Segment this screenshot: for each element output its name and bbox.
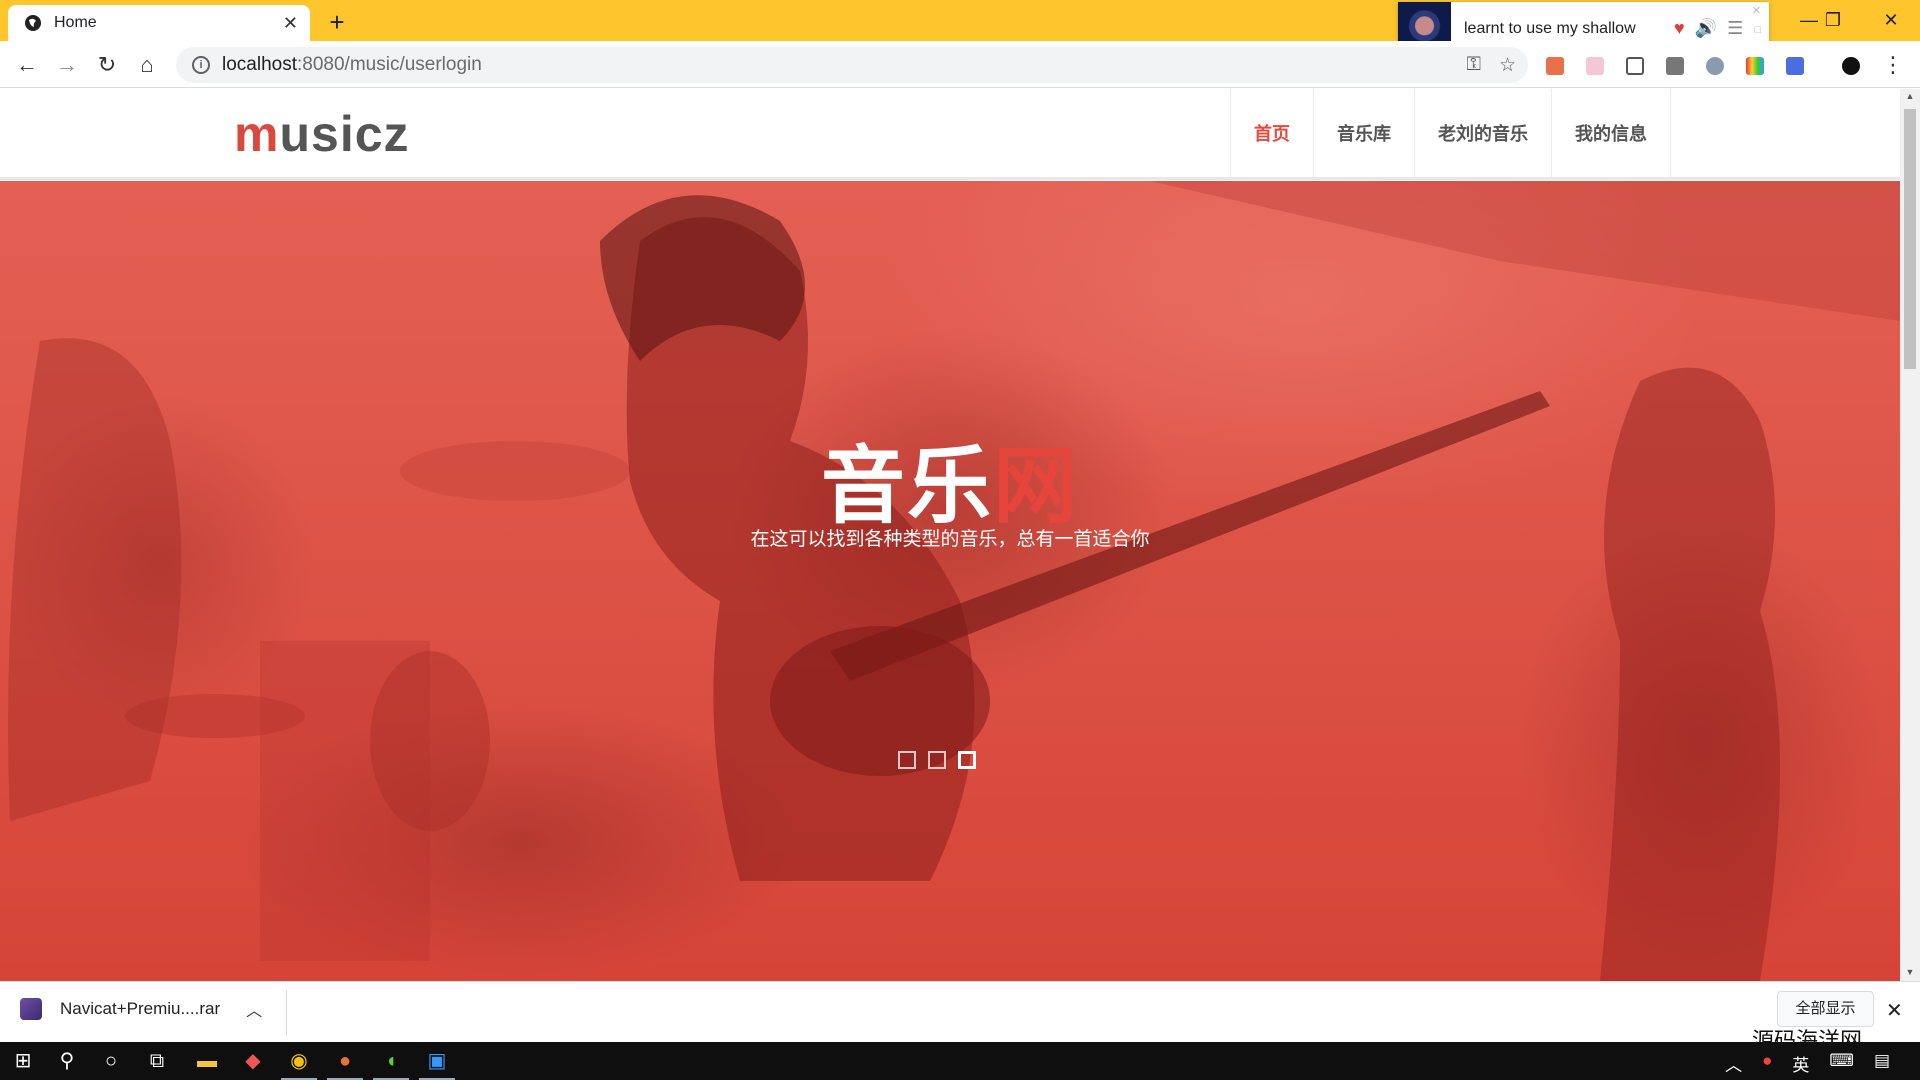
extension-icon[interactable] — [1666, 57, 1684, 75]
scrollbar-thumb[interactable] — [1904, 109, 1916, 369]
hero-subtitle: 在这可以找到各种类型的音乐，总有一首适合你 — [750, 529, 1150, 550]
file-explorer-icon[interactable]: ▬ — [194, 1048, 220, 1074]
page-scrollbar[interactable]: ▲ ▼ — [1900, 89, 1920, 981]
notification-icon[interactable]: ▤ — [1874, 1051, 1890, 1076]
url-text: localhost:8080/music/userlogin — [222, 54, 482, 76]
bookmark-star-icon[interactable]: ☆ — [1499, 54, 1516, 77]
heart-icon[interactable]: ♥ — [1674, 18, 1685, 39]
playlist-icon[interactable]: ☰ — [1727, 18, 1743, 39]
close-shelf-icon[interactable]: ✕ — [1886, 998, 1903, 1023]
hero-title-accent: 网 — [993, 437, 1080, 535]
divider — [286, 990, 287, 1036]
app-icon[interactable]: ◆ — [240, 1048, 266, 1074]
hero-title-main: 音乐 — [820, 437, 993, 535]
scroll-up-icon[interactable]: ▲ — [1900, 91, 1920, 101]
cortana-icon[interactable]: ○ — [98, 1048, 124, 1074]
logo-initial: m — [234, 106, 280, 162]
tab-close-icon[interactable]: ✕ — [283, 13, 298, 34]
new-tab-button[interactable]: + — [322, 8, 352, 38]
show-all-button[interactable]: 全部显示 — [1777, 991, 1874, 1027]
player-close-icon[interactable]: ✕ — [1752, 4, 1761, 17]
app-icon[interactable]: ● — [332, 1048, 358, 1074]
windows-start-icon[interactable]: ⊞ — [10, 1048, 36, 1074]
nav-laoliu-music[interactable]: 老刘的音乐 — [1414, 89, 1551, 177]
site-info-icon[interactable]: i — [192, 56, 210, 74]
search-icon[interactable]: ⚲ — [54, 1048, 80, 1074]
windows-taskbar: ⊞ ⚲ ○ ⧉ ▬ ◆ ◉ ● ◖ ▣ ︿ ● 英 ⌨ ▤ — [0, 1042, 1920, 1080]
back-icon[interactable]: ← — [14, 52, 40, 78]
restore-button[interactable]: ❐ — [1810, 6, 1856, 34]
download-shelf: Navicat+Premiu....rar ︿ 全部显示 ✕ — [0, 981, 1920, 1042]
task-view-icon[interactable]: ⧉ — [144, 1048, 170, 1074]
browser-tab-home[interactable]: Home ✕ — [8, 5, 310, 41]
address-bar[interactable]: i localhost:8080/music/userlogin ⚿ ☆ — [176, 47, 1528, 83]
globe-icon — [25, 15, 41, 31]
extension-icon[interactable] — [1586, 57, 1604, 75]
nav-home[interactable]: 首页 — [1230, 89, 1313, 177]
help-extension-icon[interactable] — [1706, 57, 1724, 75]
carousel-dot-2[interactable] — [928, 751, 946, 769]
extension-icon[interactable] — [1786, 57, 1804, 75]
chevron-up-icon[interactable]: ︿ — [246, 997, 262, 1021]
watermark-text: 源码海洋网 — [1752, 1029, 1863, 1054]
site-header: musicz 首页 音乐库 老刘的音乐 我的信息 — [0, 89, 1900, 180]
download-file-name: Navicat+Premiu....rar — [60, 999, 221, 1018]
player-expand-icon[interactable]: □ — [1754, 24, 1761, 36]
forward-icon[interactable]: → — [54, 52, 80, 78]
nav-my-info[interactable]: 我的信息 — [1551, 89, 1671, 177]
bookmark-icon[interactable] — [1626, 57, 1644, 75]
scroll-down-icon[interactable]: ▼ — [1900, 967, 1920, 977]
carousel-indicators — [898, 751, 976, 769]
main-nav: 首页 音乐库 老刘的音乐 我的信息 — [1230, 89, 1671, 177]
menu-dots-icon[interactable]: ⋮ — [1880, 52, 1906, 78]
nav-music-library[interactable]: 音乐库 — [1313, 89, 1414, 177]
browser-toolbar: ← → ↻ ⌂ i localhost:8080/music/userlogin… — [0, 41, 1920, 88]
hero-banner: 音乐网 在这可以找到各种类型的音乐，总有一首适合你 — [0, 181, 1900, 981]
chevron-up-icon[interactable]: ︿ — [1725, 1051, 1742, 1076]
site-logo[interactable]: musicz — [234, 105, 410, 163]
extension-icon[interactable] — [1546, 57, 1564, 75]
volume-icon[interactable]: 🔊 — [1695, 18, 1717, 39]
carousel-dot-3[interactable] — [958, 751, 976, 769]
color-extension-icon[interactable] — [1746, 57, 1764, 75]
app-icon[interactable]: ▣ — [424, 1048, 450, 1074]
hero-title: 音乐网 — [0, 419, 1900, 540]
app-icon[interactable]: ◖ — [378, 1048, 404, 1074]
url-path: :8080/music/userlogin — [297, 54, 482, 75]
tab-title: Home — [54, 14, 97, 31]
url-host: localhost — [222, 54, 297, 75]
home-icon[interactable]: ⌂ — [134, 52, 160, 78]
logo-rest: usicz — [279, 106, 410, 162]
download-item[interactable]: Navicat+Premiu....rar ︿ — [20, 997, 262, 1021]
key-icon[interactable]: ⚿ — [1466, 54, 1480, 77]
reload-icon[interactable]: ↻ — [94, 52, 120, 78]
close-window-button[interactable]: ✕ — [1868, 6, 1914, 34]
rar-file-icon — [20, 998, 42, 1020]
chrome-icon[interactable]: ◉ — [286, 1048, 312, 1074]
profile-avatar[interactable] — [1842, 57, 1860, 75]
carousel-dot-1[interactable] — [898, 751, 916, 769]
player-track-title: learnt to use my shallow — [1464, 19, 1636, 37]
band-photo-illustration — [8, 181, 1900, 981]
